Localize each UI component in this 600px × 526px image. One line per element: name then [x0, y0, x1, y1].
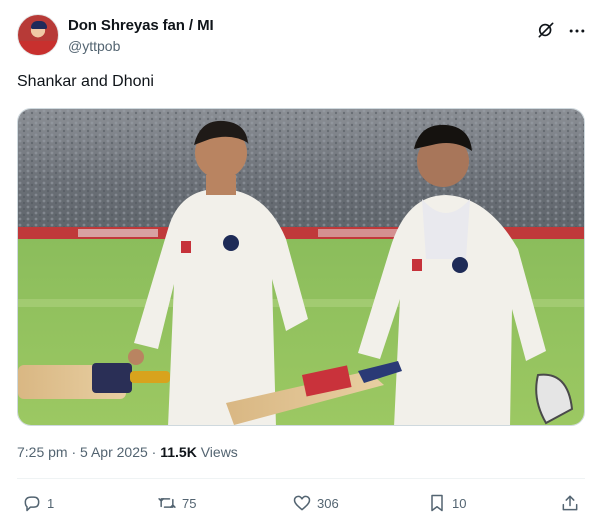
tweet-card: Don Shreyas fan / MI @yttpob Shankar and…	[0, 0, 600, 526]
post-date[interactable]: 5 Apr 2025	[80, 444, 148, 460]
more-icon[interactable]	[567, 21, 587, 41]
reply-icon	[24, 496, 40, 512]
bookmark-button[interactable]: 10	[427, 490, 466, 516]
share-button[interactable]	[560, 490, 580, 516]
meta-separator-2: ·	[147, 444, 161, 460]
share-icon	[562, 495, 578, 511]
post-photo	[18, 109, 584, 425]
post-image[interactable]	[17, 108, 585, 426]
avatar[interactable]	[17, 14, 59, 56]
post-meta: 7:25 pm · 5 Apr 2025 · 11.5K Views	[17, 444, 238, 460]
like-count: 306	[317, 495, 339, 511]
post-text: Shankar and Dhoni	[17, 73, 154, 90]
post-time[interactable]: 7:25 pm	[17, 444, 68, 460]
repost-icon	[158, 498, 176, 508]
meta-separator: ·	[67, 444, 81, 460]
reply-count: 1	[47, 495, 55, 511]
views-count: 11.5K	[160, 444, 197, 460]
reply-button[interactable]: 1	[22, 490, 54, 516]
author-display-name[interactable]: Don Shreyas fan / MI	[68, 17, 214, 34]
repost-count: 75	[182, 495, 197, 511]
like-button[interactable]: 306	[292, 490, 339, 516]
bookmark-icon	[431, 494, 443, 512]
views-label: Views	[196, 444, 238, 460]
bookmark-count: 10	[452, 495, 467, 511]
grok-icon[interactable]	[536, 20, 556, 40]
divider	[17, 478, 585, 479]
heart-icon	[293, 495, 311, 511]
repost-button[interactable]: 75	[157, 490, 196, 516]
author-handle[interactable]: @yttpob	[68, 38, 120, 54]
